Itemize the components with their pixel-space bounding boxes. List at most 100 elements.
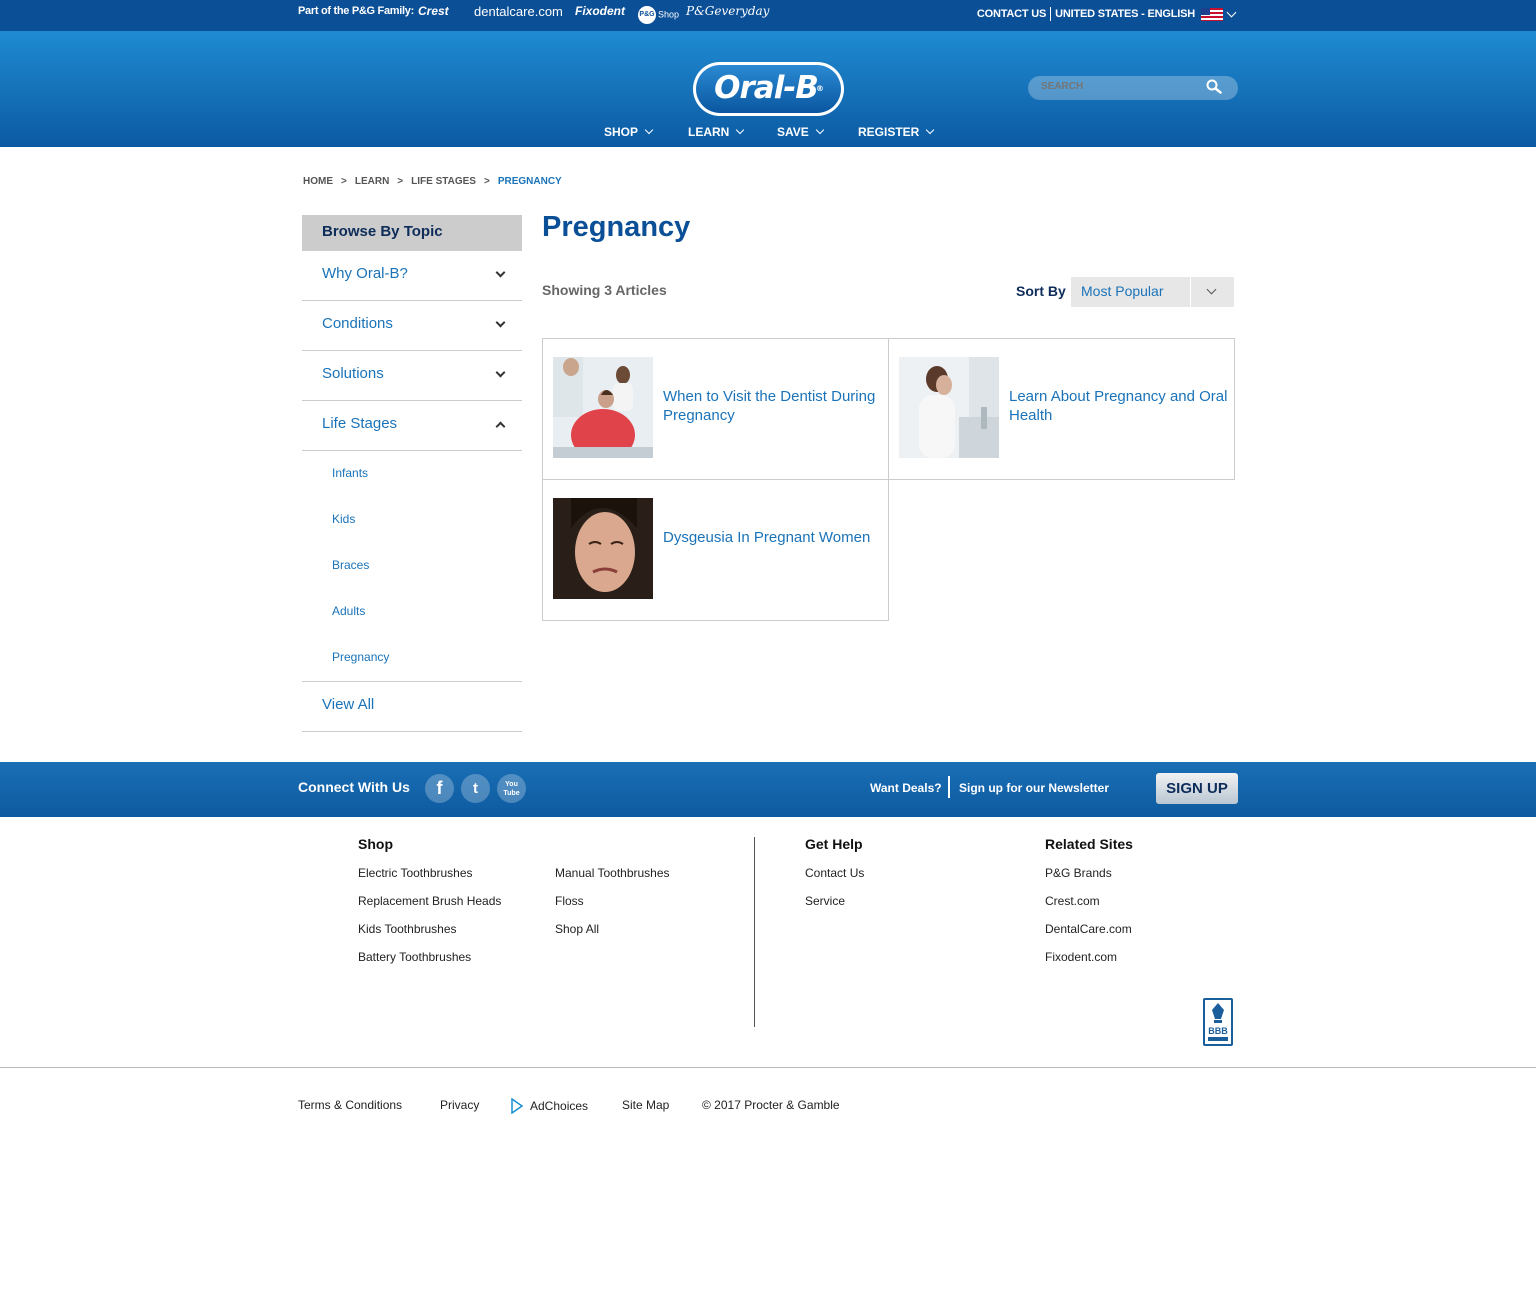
newsletter-label: Sign up for our Newsletter [959, 781, 1110, 795]
sidebar-item-label: Solutions [322, 365, 384, 382]
nav-register[interactable]: REGISTER [858, 125, 935, 139]
pg-shop-link[interactable]: P&G Shop [638, 6, 679, 24]
youtube-icon[interactable]: You Tube [497, 774, 526, 803]
nav-save[interactable]: SAVE [777, 125, 825, 139]
registered-mark: ® [815, 84, 824, 93]
sidebar-subitem-infants[interactable]: Infants [332, 466, 368, 480]
chevron-down-icon [495, 367, 506, 378]
sidebar-subitem-pregnancy[interactable]: Pregnancy [332, 650, 389, 664]
footer-link[interactable]: Service [805, 894, 845, 908]
nav-register-label: REGISTER [858, 125, 920, 139]
sort-select[interactable]: Most Popular [1071, 277, 1234, 307]
footer-link[interactable]: Shop All [555, 922, 599, 936]
article-count: Showing 3 Articles [542, 282, 667, 298]
site-map-link[interactable]: Site Map [622, 1098, 669, 1112]
sidebar-item-label: Why Oral-B? [322, 265, 408, 282]
article-title[interactable]: Dysgeusia In Pregnant Women [663, 528, 888, 547]
divider [0, 1067, 1536, 1068]
terms-link[interactable]: Terms & Conditions [298, 1098, 402, 1112]
sidebar-item-why-oral-b[interactable]: Why Oral-B? [302, 251, 522, 301]
sidebar-subitem-adults[interactable]: Adults [332, 604, 365, 618]
footer-link[interactable]: Contact Us [805, 866, 864, 880]
browse-by-topic-heading: Browse By Topic [302, 215, 522, 251]
sidebar-item-label: Conditions [322, 315, 393, 332]
footer-link[interactable]: Manual Toothbrushes [555, 866, 670, 880]
article-thumbnail[interactable] [553, 357, 653, 458]
dentalcare-link[interactable]: dentalcare.com [474, 4, 563, 19]
article-title[interactable]: Learn About Pregnancy and Oral Health [1009, 387, 1229, 425]
article-title[interactable]: When to Visit the Dentist During Pregnan… [663, 387, 883, 425]
sidebar-item-life-stages[interactable]: Life Stages [302, 401, 522, 451]
sidebar-item-conditions[interactable]: Conditions [302, 301, 522, 351]
divider [754, 837, 755, 1027]
twitter-icon[interactable]: t [461, 774, 490, 803]
nav-shop[interactable]: SHOP [604, 125, 654, 139]
fixodent-link[interactable]: Fixodent [575, 4, 625, 18]
footer-link[interactable]: Electric Toothbrushes [358, 866, 473, 880]
logo-wordmark: Oral-B [714, 70, 819, 106]
pg-shop-label: Shop [658, 9, 680, 20]
divider [1190, 277, 1191, 307]
footer-link[interactable]: Replacement Brush Heads [358, 894, 501, 908]
adchoices-link[interactable]: AdChoices [510, 1098, 588, 1114]
article-card[interactable]: Learn About Pregnancy and Oral Health [888, 338, 1235, 480]
want-deals-label: Want Deals? [870, 781, 942, 795]
footer-link[interactable]: Fixodent.com [1045, 950, 1117, 964]
locale-selector[interactable]: UNITED STATES - ENGLISH [1055, 7, 1237, 21]
contact-us-link[interactable]: CONTACT US [977, 8, 1046, 20]
sidebar-item-view-all[interactable]: View All [302, 682, 522, 732]
sidebar-subitem-kids[interactable]: Kids [332, 512, 355, 526]
oral-b-logo[interactable]: Oral-B® [693, 62, 844, 116]
chevron-down-icon [495, 317, 506, 328]
article-thumbnail[interactable] [899, 357, 999, 458]
breadcrumb-learn[interactable]: LEARN [355, 176, 389, 187]
bbb-torch-icon: BBB [1208, 1003, 1228, 1041]
sort-value: Most Popular [1081, 283, 1164, 299]
facebook-icon[interactable]: f [425, 774, 454, 803]
page-title: Pregnancy [542, 211, 691, 243]
search-input[interactable] [1041, 81, 1191, 92]
pg-everyday-link[interactable]: P&Geveryday [686, 4, 769, 18]
footer-link[interactable]: Battery Toothbrushes [358, 950, 471, 964]
copyright: © 2017 Procter & Gamble [702, 1098, 840, 1112]
sort-label: Sort By [1016, 283, 1066, 299]
search-icon[interactable] [1206, 79, 1222, 95]
chevron-up-icon [495, 421, 506, 432]
footer-related-heading: Related Sites [1045, 836, 1133, 852]
sign-up-button[interactable]: SIGN UP [1156, 773, 1238, 804]
nav-save-label: SAVE [777, 125, 809, 139]
divider [948, 776, 950, 798]
breadcrumb-life-stages[interactable]: LIFE STAGES [411, 176, 476, 187]
sidebar-subitem-braces[interactable]: Braces [332, 558, 369, 572]
connect-label: Connect With Us [298, 779, 410, 795]
nav-shop-label: SHOP [604, 125, 639, 139]
article-card[interactable]: Dysgeusia In Pregnant Women [542, 479, 889, 621]
bbb-label: BBB [1208, 1026, 1228, 1036]
privacy-link[interactable]: Privacy [440, 1098, 479, 1112]
breadcrumb-separator: > [483, 176, 490, 187]
family-label: Part of the P&G Family: [298, 5, 414, 17]
breadcrumb-home[interactable]: HOME [303, 176, 333, 187]
adchoices-icon [511, 1098, 524, 1114]
sidebar-item-solutions[interactable]: Solutions [302, 351, 522, 401]
breadcrumb-separator: > [341, 176, 347, 187]
nav-learn[interactable]: LEARN [688, 125, 745, 139]
crest-link[interactable]: Crest [418, 4, 449, 18]
bbb-badge[interactable]: BBB [1203, 998, 1233, 1046]
connect-band: Connect With Us f t You Tube Want Deals?… [0, 762, 1536, 817]
adchoices-label: AdChoices [530, 1099, 589, 1113]
footer-link[interactable]: DentalCare.com [1045, 922, 1132, 936]
chevron-down-icon [1226, 7, 1237, 17]
footer-link[interactable]: P&G Brands [1045, 866, 1112, 880]
footer-link[interactable]: Kids Toothbrushes [358, 922, 457, 936]
article-thumbnail[interactable] [553, 498, 653, 599]
footer-shop-heading: Shop [358, 836, 393, 852]
chevron-down-icon [815, 125, 825, 135]
article-card[interactable]: When to Visit the Dentist During Pregnan… [542, 338, 889, 480]
footer-link[interactable]: Floss [555, 894, 584, 908]
pg-logo-icon: P&G [638, 6, 656, 24]
footer-link[interactable]: Crest.com [1045, 894, 1100, 908]
breadcrumb: HOME > LEARN > LIFE STAGES > PREGNANCY [303, 176, 570, 187]
breadcrumb-separator: > [397, 176, 404, 187]
chevron-down-icon [644, 125, 654, 135]
